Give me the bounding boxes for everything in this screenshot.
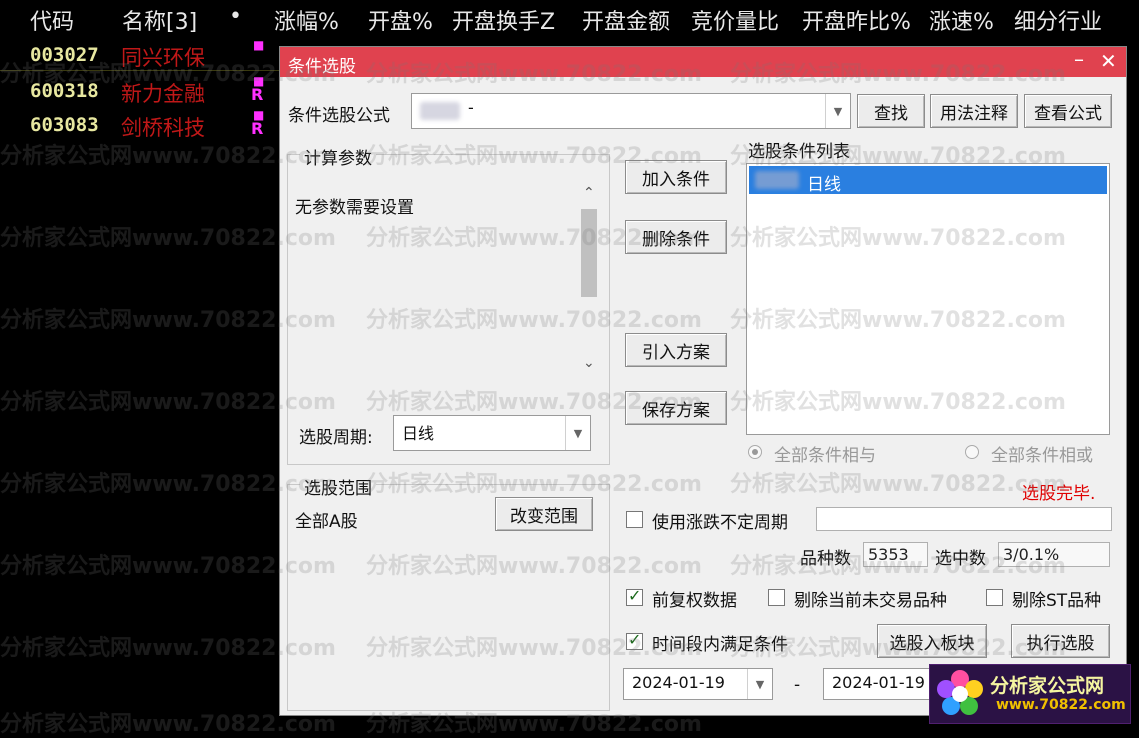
condition-select-dialog: 条件选股 – ✕ 条件选股公式 - ▼ 查找 用法注释 查看公式 计算参数 无参… xyxy=(279,46,1127,716)
chevron-down-icon[interactable]: ▼ xyxy=(565,416,590,450)
delete-condition-button[interactable]: 删除条件 xyxy=(625,220,727,254)
pre-adjusted-checkbox[interactable]: ✓ xyxy=(626,586,643,606)
uncertain-period-label: 使用涨跌不定周期 xyxy=(652,513,788,533)
date-from-select[interactable]: 2024-01-19 ▼ xyxy=(623,668,773,700)
params-caption: 计算参数 xyxy=(300,144,376,169)
time-range-checkbox[interactable]: ✓ xyxy=(626,630,643,650)
period-select[interactable]: 日线 ▼ xyxy=(393,415,591,451)
check-icon: ✓ xyxy=(628,586,642,605)
view-formula-button[interactable]: 查看公式 xyxy=(1024,94,1112,128)
stock-name: 同兴环保 xyxy=(121,46,205,70)
count-value: 5353 xyxy=(868,545,909,564)
col-dot[interactable]: • xyxy=(229,4,242,29)
site-logo: 分析家公式网 www.70822.com xyxy=(929,664,1131,724)
stock-code: 600318 xyxy=(30,80,99,102)
uncertain-period-input[interactable] xyxy=(816,507,1112,531)
col-speed[interactable]: 涨速% xyxy=(929,4,994,36)
flower-logo-icon xyxy=(937,670,983,715)
col-code[interactable]: 代码 xyxy=(30,4,74,36)
remove-untraded-label: 剔除当前未交易品种 xyxy=(794,591,947,611)
stock-name: 剑桥科技 xyxy=(121,116,205,140)
remove-st-label: 剔除ST品种 xyxy=(1012,591,1102,611)
list-item[interactable]: 日线 xyxy=(749,166,1107,195)
chevron-down-icon[interactable]: ⌄ xyxy=(583,355,595,371)
scrollbar-thumb[interactable] xyxy=(581,209,597,297)
stock-code: 003027 xyxy=(30,44,99,66)
redacted-blur xyxy=(755,171,799,189)
range-group: 选股范围 全部A股 改变范围 xyxy=(287,474,610,711)
selected-field: 3/0.1% xyxy=(998,542,1110,567)
table-row[interactable]: 600318 新力金融 ■ R xyxy=(0,74,280,110)
status-text: 选股完毕. xyxy=(1022,484,1096,504)
range-caption: 选股范围 xyxy=(300,474,376,499)
conditions-list[interactable]: 日线 xyxy=(746,163,1110,435)
remove-st-checkbox[interactable] xyxy=(986,589,1003,606)
formula-value: - xyxy=(468,98,474,117)
execute-button[interactable]: 执行选股 xyxy=(1011,624,1110,658)
count-label: 品种数 xyxy=(800,549,851,569)
logo-title: 分析家公式网 xyxy=(990,675,1105,697)
row-mark: R xyxy=(251,85,264,104)
stock-name: 新力金融 xyxy=(121,82,205,106)
no-params-text: 无参数需要设置 xyxy=(295,198,414,218)
count-field: 5353 xyxy=(863,542,928,567)
col-name[interactable]: 名称[3] xyxy=(122,4,197,36)
save-plan-button[interactable]: 保存方案 xyxy=(625,391,727,425)
find-button[interactable]: 查找 xyxy=(857,94,925,128)
formula-select[interactable]: - ▼ xyxy=(411,93,851,129)
radio-or-label: 全部条件相或 xyxy=(991,446,1093,466)
logo-url: www.70822.com xyxy=(996,697,1126,713)
col-industry[interactable]: 细分行业 xyxy=(1014,4,1102,36)
chevron-down-icon[interactable]: ▼ xyxy=(825,94,850,128)
date-to-select[interactable]: 2024-01-19 xyxy=(823,668,935,700)
table-row[interactable]: 603083 剑桥科技 ■ R xyxy=(0,108,280,144)
col-open[interactable]: 开盘% xyxy=(368,4,433,36)
divider xyxy=(0,70,280,71)
minimize-icon[interactable]: – xyxy=(1074,47,1084,71)
conditions-label: 选股条件列表 xyxy=(748,142,850,162)
formula-label: 条件选股公式 xyxy=(288,106,390,126)
time-range-label: 时间段内满足条件 xyxy=(652,635,788,655)
col-open-prev-ratio[interactable]: 开盘昨比% xyxy=(802,4,911,36)
add-condition-button[interactable]: 加入条件 xyxy=(625,160,727,194)
radio-and-label: 全部条件相与 xyxy=(774,446,876,466)
date-separator: - xyxy=(794,675,801,695)
row-dot-icon: ■ xyxy=(253,38,265,52)
radio-or[interactable] xyxy=(965,445,979,459)
uncertain-period-checkbox[interactable] xyxy=(626,511,643,528)
row-mark: R xyxy=(251,119,264,138)
col-auction-ratio[interactable]: 竞价量比 xyxy=(691,4,779,36)
period-label: 选股周期: xyxy=(299,428,373,448)
remove-untraded-checkbox[interactable] xyxy=(768,589,785,606)
params-group: 计算参数 无参数需要设置 ⌃ ⌄ 选股周期: 日线 ▼ xyxy=(287,144,610,465)
to-block-button[interactable]: 选股入板块 xyxy=(877,624,987,658)
import-plan-button[interactable]: 引入方案 xyxy=(625,333,727,367)
radio-dot xyxy=(752,449,758,455)
usage-note-button[interactable]: 用法注释 xyxy=(930,94,1018,128)
selected-label: 选中数 xyxy=(935,549,986,569)
chevron-down-icon[interactable]: ▼ xyxy=(747,669,772,699)
col-change[interactable]: 涨幅% xyxy=(274,4,339,36)
dialog-titlebar[interactable]: 条件选股 – ✕ xyxy=(280,47,1126,77)
col-open-amount[interactable]: 开盘金额 xyxy=(582,4,670,36)
range-value: 全部A股 xyxy=(295,512,358,532)
date-from-value: 2024-01-19 xyxy=(632,673,725,692)
dialog-title: 条件选股 xyxy=(288,57,356,77)
check-icon: ✓ xyxy=(628,630,642,649)
col-open-turnover[interactable]: 开盘换手Z xyxy=(452,4,555,36)
radio-and[interactable] xyxy=(748,445,762,459)
table-row[interactable]: 003027 同兴环保 ■ xyxy=(0,38,280,74)
period-value: 日线 xyxy=(402,424,435,443)
params-scrollbar[interactable]: ⌃ ⌄ xyxy=(578,183,600,375)
redacted-blur xyxy=(420,102,460,120)
pre-adjusted-label: 前复权数据 xyxy=(652,591,737,611)
change-range-button[interactable]: 改变范围 xyxy=(495,497,593,531)
date-to-value: 2024-01-19 xyxy=(832,673,925,692)
stock-code: 603083 xyxy=(30,114,99,136)
selected-value: 3/0.1% xyxy=(1003,545,1060,564)
close-icon[interactable]: ✕ xyxy=(1100,49,1117,73)
condition-label: 日线 xyxy=(807,175,841,195)
chevron-up-icon[interactable]: ⌃ xyxy=(583,185,595,201)
